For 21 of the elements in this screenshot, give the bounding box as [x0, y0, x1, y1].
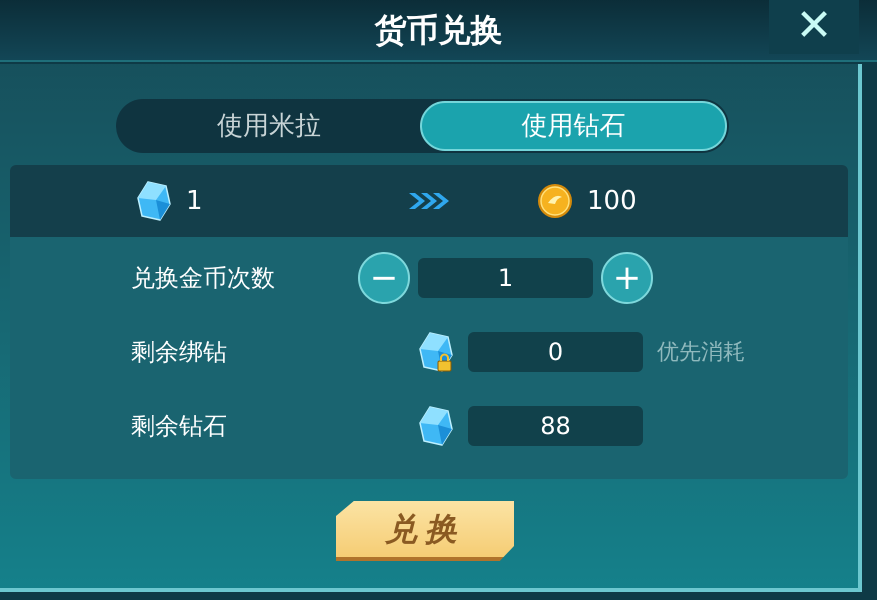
- close-button[interactable]: ✕: [769, 0, 859, 54]
- dialog-title: 货币兑换: [374, 10, 502, 51]
- plus-button[interactable]: +: [601, 252, 653, 304]
- minus-button[interactable]: −: [358, 252, 410, 304]
- value-field: 88: [468, 406, 643, 446]
- value-field: 0: [468, 332, 643, 372]
- gem-icon: [136, 180, 172, 222]
- tab[interactable]: 使用钻石: [420, 101, 726, 151]
- coin-amount: 100: [587, 184, 637, 218]
- row-label: 剩余绑钻: [130, 337, 228, 368]
- coin-icon: [537, 183, 573, 219]
- chevrons-icon: [407, 191, 451, 211]
- priority-note: 优先消耗: [657, 338, 745, 366]
- row-label: 兑换金币次数: [130, 263, 276, 294]
- row-label: 剩余钻石: [130, 411, 228, 442]
- gem-amount: 1: [186, 184, 203, 218]
- gem-icon: [418, 405, 454, 447]
- locked-gem-icon: [418, 331, 454, 373]
- exchange-button[interactable]: 兑换: [336, 501, 514, 561]
- tab[interactable]: 使用米拉: [118, 101, 420, 151]
- value-field: 1: [418, 258, 593, 298]
